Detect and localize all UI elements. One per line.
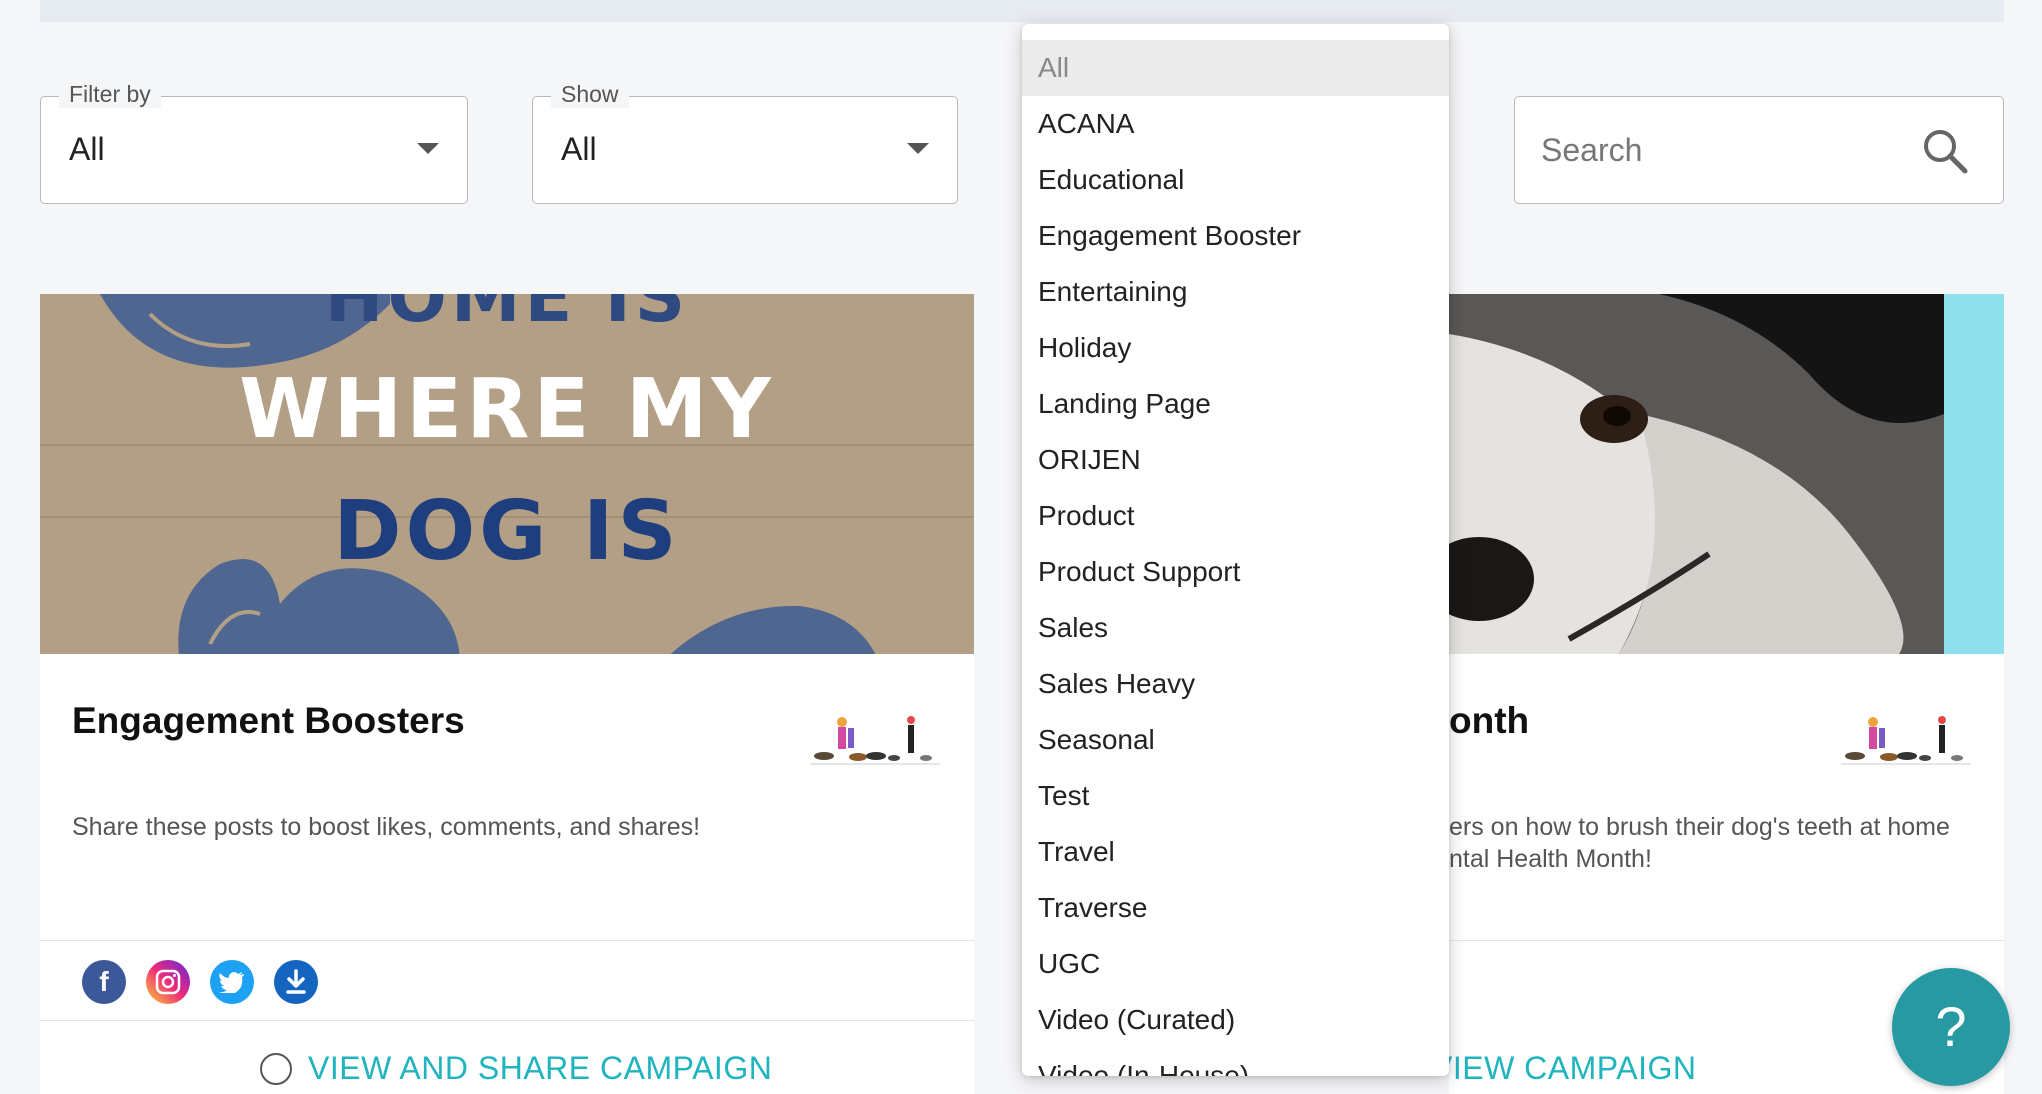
dropdown-option[interactable]: UGC xyxy=(1022,936,1449,992)
dropdown-option[interactable]: Educational xyxy=(1022,152,1449,208)
radio-circle-icon xyxy=(260,1052,292,1085)
dropdown-option[interactable]: ORIJEN xyxy=(1022,432,1449,488)
search-icon[interactable] xyxy=(1921,127,1969,175)
campaign-image[interactable]: HOME IS WHERE MY DOG IS xyxy=(40,294,974,654)
dog-photo-icon xyxy=(1449,294,1944,654)
caret-down-icon xyxy=(907,143,929,154)
campaign-card-engagement-boosters[interactable]: HOME IS WHERE MY DOG IS Engagement Boost… xyxy=(40,294,974,1094)
show-select[interactable]: Show All xyxy=(532,81,958,204)
dropdown-option[interactable]: Landing Page xyxy=(1022,376,1449,432)
dropdown-option[interactable]: Traverse xyxy=(1022,880,1449,936)
card-title: onth xyxy=(1449,700,1530,741)
view-and-share-campaign-button[interactable]: VIEW AND SHARE CAMPAIGN xyxy=(260,1050,772,1087)
cta-label: VIEW AND SHARE CAMPAIGN xyxy=(308,1050,773,1086)
card-title: Engagement Boosters xyxy=(72,700,465,741)
dropdown-option[interactable]: Travel xyxy=(1022,824,1449,880)
filter-by-label: Filter by xyxy=(59,81,161,108)
dropdown-option[interactable]: ACANA xyxy=(1022,96,1449,152)
poster-line-3: DOG IS xyxy=(333,484,681,579)
dropdown-option[interactable]: Product xyxy=(1022,488,1449,544)
poster-line-2: WHERE MY xyxy=(239,362,775,457)
dropdown-option[interactable]: All xyxy=(1022,40,1449,96)
dropdown-option[interactable]: Sales Heavy xyxy=(1022,656,1449,712)
cta-label: VIEW CAMPAIGN xyxy=(1449,1050,1697,1086)
caret-down-icon xyxy=(417,143,439,154)
filter-by-select[interactable]: Filter by All xyxy=(40,81,468,204)
show-label: Show xyxy=(551,81,629,108)
dropdown-option[interactable]: Seasonal xyxy=(1022,712,1449,768)
facebook-icon[interactable]: f xyxy=(82,960,126,1004)
download-icon[interactable] xyxy=(274,960,318,1004)
poster-line-1: HOME IS xyxy=(324,294,690,338)
dropdown-option[interactable]: Entertaining xyxy=(1022,264,1449,320)
card-description-line-1: ers on how to brush their dog's teeth at… xyxy=(1449,813,1950,841)
search-input[interactable] xyxy=(1539,123,1903,177)
dropdown-option[interactable]: Test xyxy=(1022,768,1449,824)
help-button[interactable]: ? xyxy=(1892,968,2010,1086)
search-box xyxy=(1514,96,2004,204)
campaigns-page: Filter by All Show All Search HOME IS WH… xyxy=(0,0,2042,1094)
twitter-icon[interactable] xyxy=(210,960,254,1004)
instagram-icon[interactable] xyxy=(146,960,190,1004)
category-dropdown-menu[interactable]: All ACANA Educational Engagement Booster… xyxy=(1022,24,1449,1076)
campaign-card-dental-health[interactable]: onth ers on how to brush their dog's tee… xyxy=(1449,294,2004,1094)
pets-illustration-icon xyxy=(810,716,940,765)
dropdown-option[interactable]: Holiday xyxy=(1022,320,1449,376)
view-campaign-button[interactable]: VIEW CAMPAIGN xyxy=(1449,1050,1696,1087)
dropdown-option[interactable]: Product Support xyxy=(1022,544,1449,600)
dropdown-option[interactable]: Engagement Booster xyxy=(1022,208,1449,264)
pets-illustration-icon xyxy=(1841,716,1971,765)
dropdown-option[interactable]: Video (In-House) xyxy=(1022,1048,1449,1076)
dog-illustration-icon xyxy=(670,605,876,654)
campaign-image[interactable] xyxy=(1449,294,2004,654)
show-value: All xyxy=(561,131,597,167)
card-description: Share these posts to boost likes, commen… xyxy=(72,813,701,841)
dropdown-options: All ACANA Educational Engagement Booster… xyxy=(1022,40,1449,1076)
dropdown-option[interactable]: Sales xyxy=(1022,600,1449,656)
dropdown-option[interactable]: Video (Curated) xyxy=(1022,992,1449,1048)
filter-by-value: All xyxy=(69,131,105,167)
top-banner-strip xyxy=(40,0,2004,22)
card-description-line-2: ntal Health Month! xyxy=(1449,845,1652,873)
